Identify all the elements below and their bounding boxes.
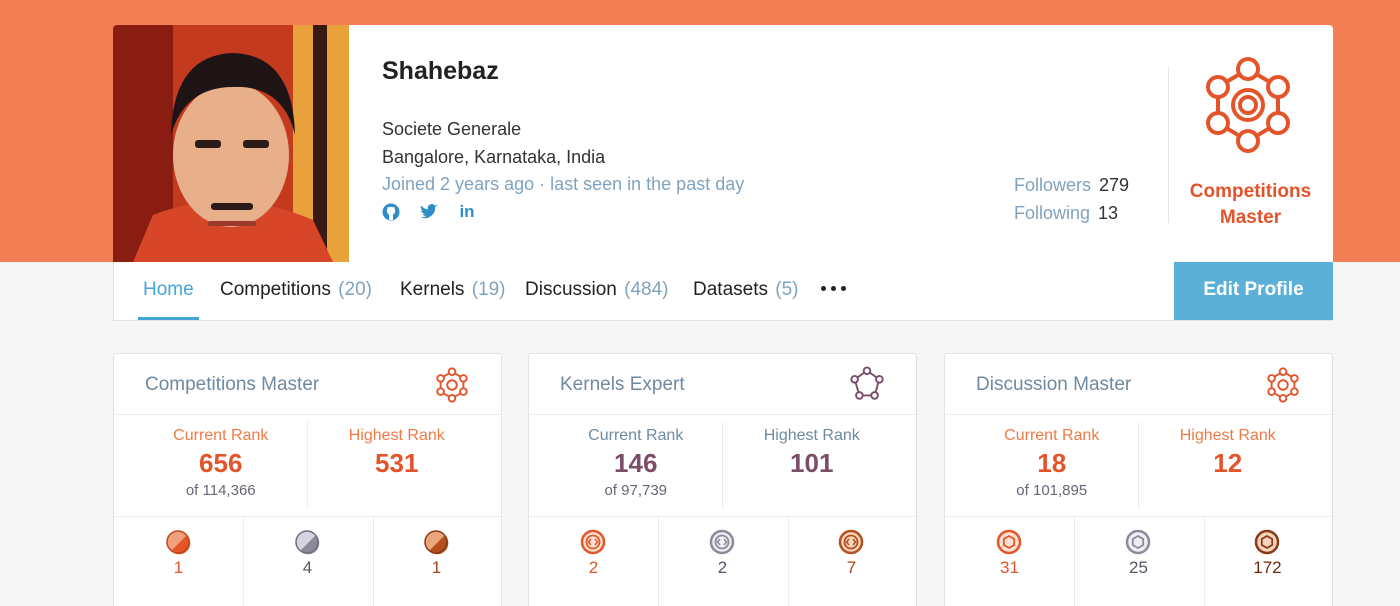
tab-label: Competitions — [220, 279, 331, 300]
bronze-medal-icon — [424, 530, 449, 555]
tier-card-kernels: Kernels Expert Current Rank 146 of 97,73… — [528, 353, 917, 606]
followers[interactable]: Followers 279 — [1014, 175, 1129, 196]
tab-count: (484) — [624, 279, 669, 300]
current-rank-total: of 97,739 — [604, 482, 668, 499]
avatar[interactable] — [113, 25, 349, 262]
divider — [114, 414, 501, 415]
current-rank-total: of 114,366 — [185, 482, 256, 499]
bronze-discussion-medal-icon — [1255, 529, 1280, 555]
tier-card-competitions: Competitions Master Current Rank 656 of … — [113, 353, 502, 606]
current-rank: Current Rank 656 of 114,366 — [124, 427, 318, 499]
competitions-master-icon — [436, 367, 468, 403]
current-rank-value: 146 — [614, 448, 658, 478]
medal-count: 25 — [1129, 558, 1148, 577]
following-label: Following — [1014, 203, 1091, 223]
gold-medal[interactable]: 1 — [114, 529, 243, 578]
current-rank-label: Current Rank — [1004, 427, 1100, 444]
competitions-master-badge-icon — [1206, 57, 1290, 153]
tab-count: (19) — [471, 279, 506, 300]
card-title: Kernels Expert — [560, 374, 685, 395]
tab-home[interactable]: Home — [138, 262, 199, 320]
profile-location: Bangalore, Karnataka, India — [382, 147, 606, 167]
highest-rank-value: 531 — [375, 448, 419, 478]
medal-count: 2 — [717, 558, 728, 577]
current-rank: Current Rank 146 of 97,739 — [539, 427, 733, 499]
divider — [945, 516, 1332, 517]
profile-joined: Joined 2 years ago · last seen in the pa… — [382, 174, 745, 194]
medal-count: 172 — [1253, 558, 1282, 577]
highest-rank: Highest Rank 101 — [715, 427, 909, 479]
profile-card: Shahebaz Societe Generale Bangalore, Kar… — [113, 25, 1333, 262]
divider — [945, 414, 1332, 415]
current-rank-value: 18 — [1037, 448, 1067, 478]
silver-medal-icon — [295, 530, 320, 555]
silver-medal[interactable]: 4 — [243, 529, 372, 578]
tab-label: Kernels — [400, 279, 465, 300]
bronze-medal[interactable]: 172 — [1203, 529, 1332, 578]
gold-medal[interactable]: 2 — [529, 529, 658, 578]
tier-card-discussion: Discussion Master Current Rank 18 of 101… — [944, 353, 1333, 606]
current-rank-label: Current Rank — [588, 427, 684, 444]
current-rank-total: of 101,895 — [1016, 482, 1088, 499]
current-rank-label: Current Rank — [173, 427, 269, 444]
tab-label: Datasets — [693, 279, 768, 300]
divider — [114, 516, 501, 517]
following[interactable]: Following 13 — [1014, 203, 1118, 224]
tab-label: Discussion — [525, 279, 617, 300]
gold-medal[interactable]: 31 — [945, 529, 1074, 578]
medal-count: 4 — [302, 558, 313, 577]
github-icon[interactable] — [381, 202, 401, 222]
highest-rank: Highest Rank 531 — [300, 427, 494, 479]
current-rank-value: 656 — [199, 448, 243, 478]
profile-nav: Home Competitions (20) Kernels (19) Disc… — [113, 262, 1333, 321]
divider — [1168, 67, 1169, 223]
silver-medal[interactable]: 25 — [1074, 529, 1203, 578]
medal-count: 1 — [431, 558, 442, 577]
linkedin-icon[interactable]: in — [457, 202, 477, 222]
highest-rank: Highest Rank 12 — [1131, 427, 1325, 479]
silver-kernel-medal-icon — [710, 529, 735, 555]
highest-rank-label: Highest Rank — [1179, 427, 1276, 444]
edit-profile-button[interactable]: Edit Profile — [1174, 262, 1333, 320]
tier-label: Competitions Master — [1189, 181, 1312, 228]
highest-rank-label: Highest Rank — [763, 427, 860, 444]
social-links: in — [381, 202, 477, 222]
followers-label: Followers — [1014, 175, 1092, 195]
gold-medal-icon — [166, 530, 191, 555]
bronze-medal[interactable]: 1 — [372, 529, 501, 578]
tab-count: (5) — [775, 279, 799, 300]
followers-count: 279 — [1099, 175, 1130, 195]
tab-label: Home — [143, 279, 194, 300]
bronze-kernel-medal-icon — [839, 529, 864, 555]
highest-rank-value: 101 — [790, 448, 834, 478]
highest-rank-value: 12 — [1213, 448, 1243, 478]
twitter-icon[interactable] — [419, 202, 439, 222]
divider — [529, 516, 916, 517]
bronze-medal[interactable]: 7 — [787, 529, 916, 578]
medal-count: 1 — [173, 558, 184, 577]
medal-count: 7 — [846, 558, 857, 577]
highest-rank-label: Highest Rank — [348, 427, 445, 444]
gold-discussion-medal-icon — [997, 529, 1022, 555]
profile-organization: Societe Generale — [382, 119, 522, 139]
card-title: Discussion Master — [976, 374, 1132, 395]
tab-discussion[interactable]: Discussion (484) — [525, 262, 669, 320]
medal-count: 31 — [1000, 558, 1019, 577]
tab-count: (20) — [338, 279, 372, 300]
kernels-expert-icon — [850, 366, 884, 400]
discussion-master-icon — [1267, 367, 1299, 403]
medal-count: 2 — [588, 558, 599, 577]
more-dots-icon[interactable] — [821, 286, 846, 291]
current-rank: Current Rank 18 of 101,895 — [955, 427, 1149, 499]
tab-datasets[interactable]: Datasets (5) — [693, 262, 799, 320]
silver-discussion-medal-icon — [1126, 529, 1151, 555]
divider — [529, 414, 916, 415]
silver-medal[interactable]: 2 — [658, 529, 787, 578]
card-title: Competitions Master — [145, 374, 320, 395]
tab-competitions[interactable]: Competitions (20) — [220, 262, 372, 320]
following-count: 13 — [1098, 203, 1119, 223]
profile-name: Shahebaz — [382, 57, 499, 85]
tab-kernels[interactable]: Kernels (19) — [400, 262, 506, 320]
gold-kernel-medal-icon — [581, 529, 606, 555]
